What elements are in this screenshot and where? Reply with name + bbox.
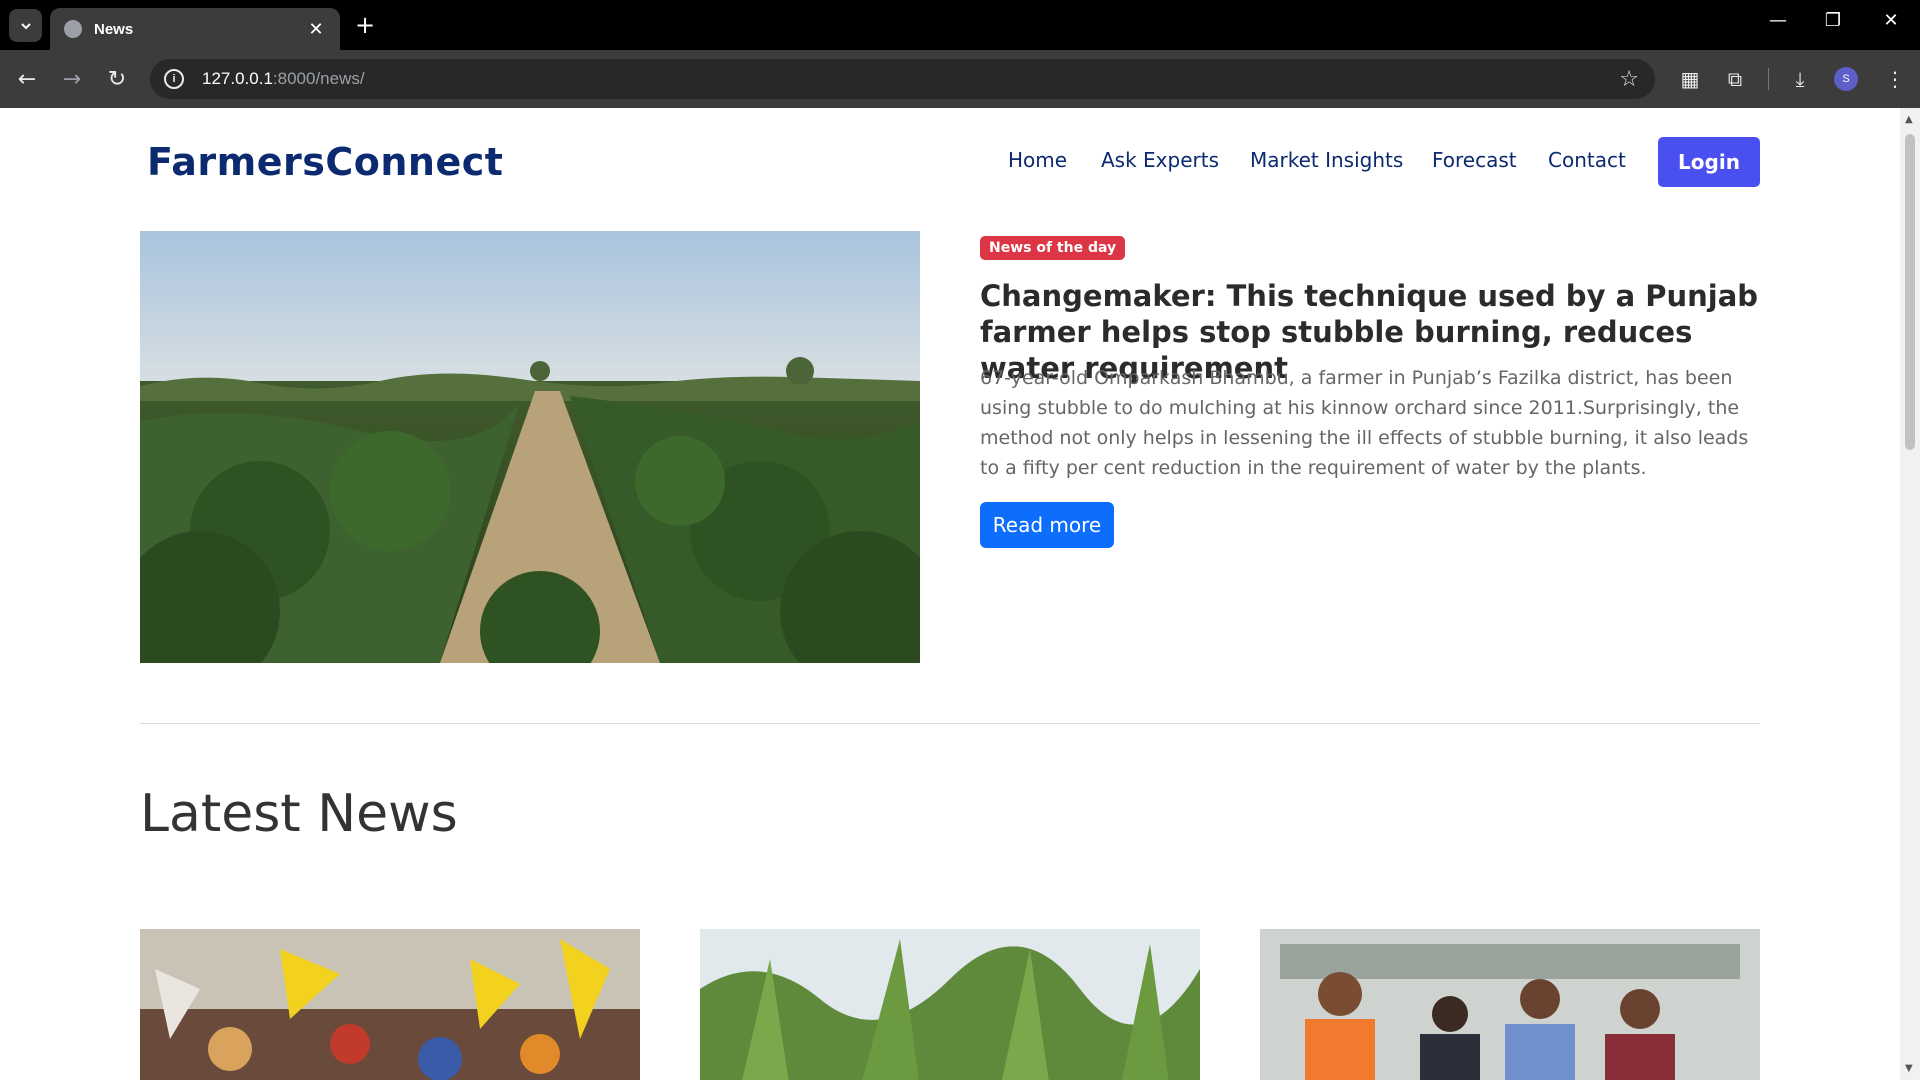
site-info-icon[interactable]: i: [164, 69, 184, 89]
close-icon[interactable]: ✕: [306, 19, 326, 40]
nav-market-insights[interactable]: Market Insights: [1250, 148, 1403, 172]
news-card-image[interactable]: [700, 929, 1200, 1080]
address-bar[interactable]: i 127.0.0.1:8000/news/ ☆: [150, 59, 1655, 99]
tab-search-button[interactable]: [9, 9, 42, 42]
read-more-button[interactable]: Read more: [980, 502, 1114, 548]
toolbar-separator: [1768, 68, 1769, 90]
forward-icon[interactable]: →: [57, 64, 87, 94]
minimize-icon[interactable]: —: [1763, 10, 1793, 31]
scroll-up-icon[interactable]: ▲: [1905, 114, 1913, 125]
news-of-the-day-badge: News of the day: [980, 236, 1126, 260]
bookmark-star-icon[interactable]: ☆: [1619, 67, 1639, 92]
page-scrollbar[interactable]: ▲ ▼: [1900, 108, 1920, 1080]
reading-mode-icon[interactable]: ▦: [1675, 64, 1705, 94]
browser-tab-news[interactable]: News ✕: [50, 8, 340, 50]
more-menu-icon[interactable]: ⋮: [1880, 64, 1910, 94]
chevron-down-icon: [20, 22, 31, 29]
extensions-icon[interactable]: ⧉: [1720, 64, 1750, 94]
new-tab-button[interactable]: +: [352, 11, 378, 39]
window-close-icon[interactable]: ✕: [1876, 10, 1906, 31]
news-card-image[interactable]: [140, 929, 640, 1080]
section-divider: [140, 723, 1760, 724]
nav-ask-experts[interactable]: Ask Experts: [1101, 148, 1219, 172]
latest-news-heading: Latest News: [140, 784, 458, 844]
featured-news-description: 67-year-old Omparkash Bhambu, a farmer i…: [980, 367, 1749, 479]
back-icon[interactable]: ←: [12, 64, 42, 94]
web-page: FarmersConnect Home Ask Experts Market I…: [0, 108, 1900, 1080]
site-logo[interactable]: FarmersConnect: [147, 140, 503, 184]
tab-title: News: [94, 20, 134, 38]
nav-forecast[interactable]: Forecast: [1432, 148, 1517, 172]
featured-news-image[interactable]: [140, 231, 920, 663]
url-path: :8000/news/: [272, 69, 365, 88]
scrollbar-thumb[interactable]: [1905, 134, 1915, 450]
login-button[interactable]: Login: [1658, 137, 1760, 187]
nav-contact[interactable]: Contact: [1548, 148, 1626, 172]
download-icon[interactable]: ⤓: [1785, 64, 1815, 94]
browser-toolbar: ← → ↻ i 127.0.0.1:8000/news/ ☆ ▦ ⧉ ⤓ ⋮: [0, 50, 1920, 108]
nav-home[interactable]: Home: [1008, 148, 1067, 172]
news-card-image[interactable]: [1260, 929, 1760, 1080]
profile-avatar[interactable]: S: [1834, 67, 1858, 91]
reload-icon[interactable]: ↻: [102, 64, 132, 94]
scroll-down-icon[interactable]: ▼: [1905, 1063, 1913, 1074]
globe-icon: [64, 20, 82, 38]
restore-icon[interactable]: ❐: [1818, 10, 1848, 31]
url-host: 127.0.0.1: [202, 69, 273, 88]
browser-tab-bar: News ✕ + — ❐ ✕: [0, 0, 1920, 50]
